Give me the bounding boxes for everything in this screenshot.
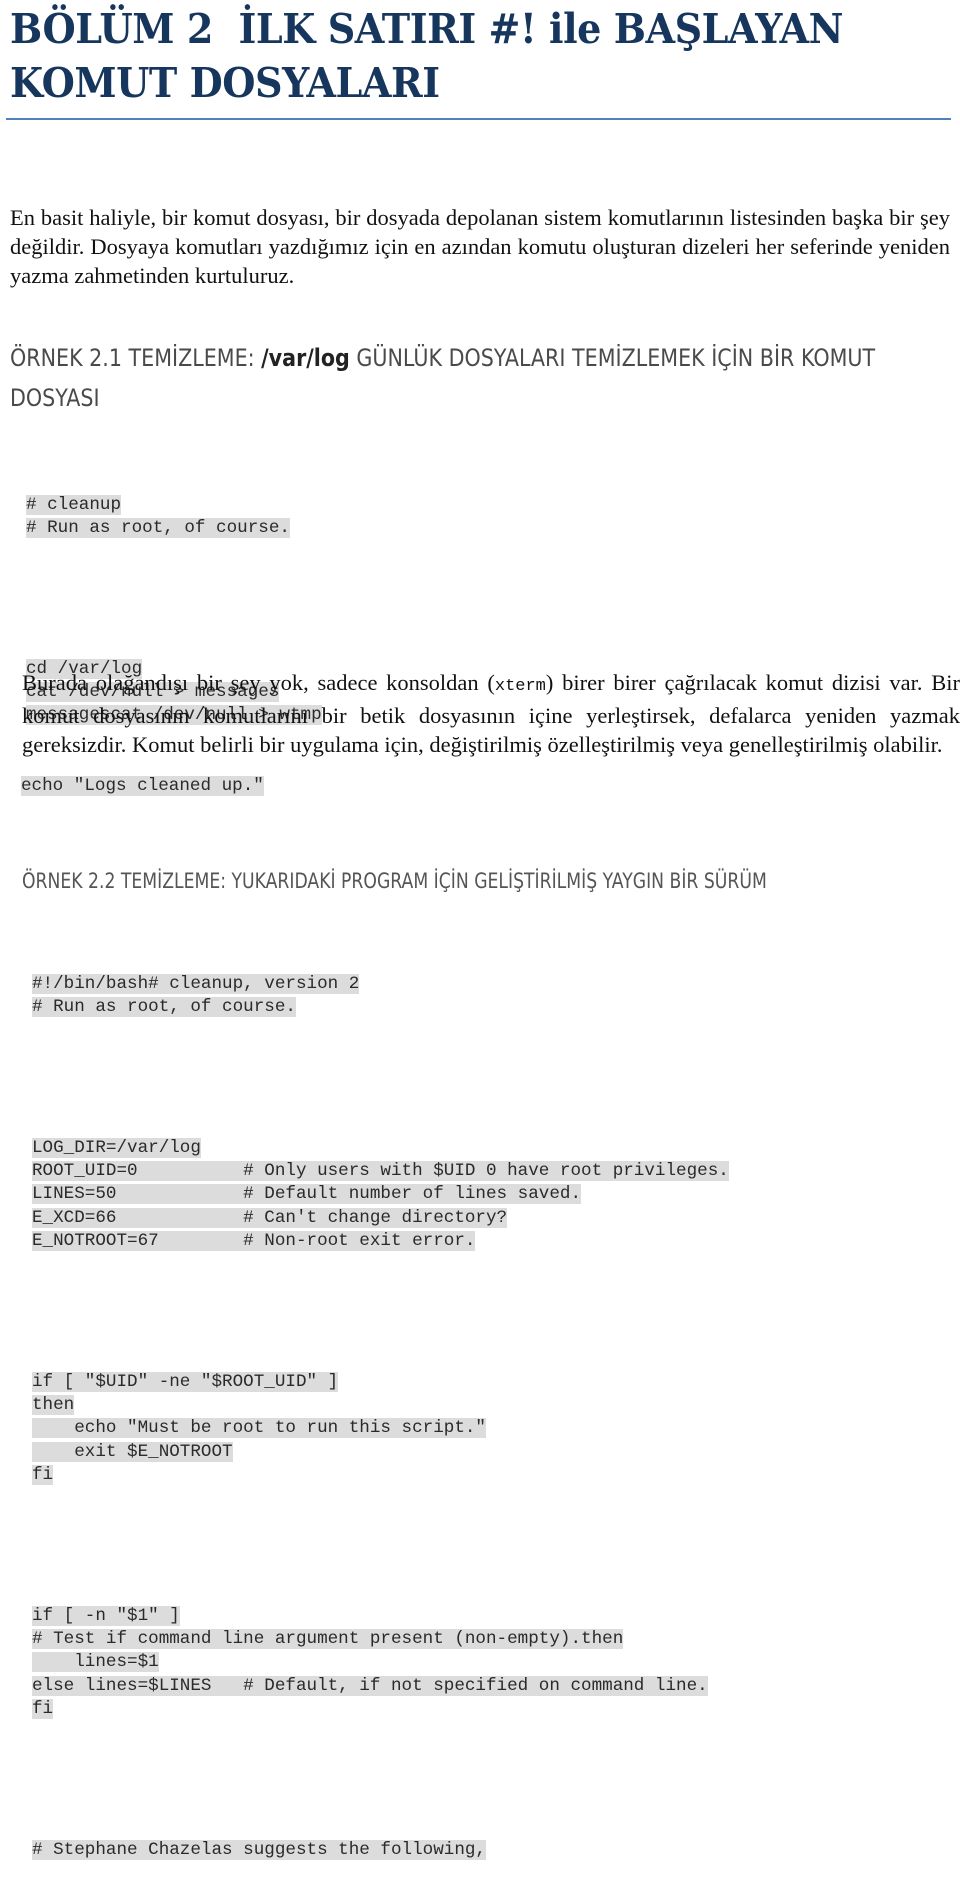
code-line: E_NOTROOT=67 # Non-root exit error. <box>32 1230 729 1253</box>
code-line: if [ -n "$1" ] <box>32 1605 729 1628</box>
code-line: # Run as root, of course. <box>32 996 729 1019</box>
code-line-text: echo "Must be root to run this script." <box>32 1418 486 1439</box>
code-line: LOG_DIR=/var/log <box>32 1137 729 1160</box>
code-line-text: exit $E_NOTROOT <box>32 1441 233 1462</box>
code-line: if [ "$UID" -ne "$ROOT_UID" ] <box>32 1371 729 1394</box>
intro-paragraph: En basit haliyle, bir komut dosyası, bir… <box>10 205 950 288</box>
code-line-text: ROOT_UID=0 # Only users with $UID 0 have… <box>32 1161 729 1181</box>
code-line-text: E_XCD=66 # Can't change directory? <box>32 1207 508 1228</box>
code-group: #!/bin/bash# cleanup, version 2 # Run as … <box>32 973 729 1020</box>
code-line: fi <box>32 1464 729 1487</box>
code-line: then <box>32 1394 729 1417</box>
code-group: LOG_DIR=/var/log ROOT_UID=0 # Only users … <box>32 1137 729 1254</box>
code-line: # cleanup <box>26 494 322 517</box>
explanation-text-start: Burada olağandışı bir şey yok, sadece ko… <box>22 670 495 695</box>
code-example-2-2: #!/bin/bash# cleanup, version 2 # Run as … <box>32 926 729 1885</box>
example-2-2-heading-text: ÖRNEK 2.2 TEMİZLEME: YUKARIDAKİ PROGRAM … <box>22 869 767 893</box>
code-group: if [ -n "$1" ] # Test if command line arg… <box>32 1605 729 1722</box>
code-line-text: LOG_DIR=/var/log <box>32 1137 201 1158</box>
code-line-text: LINES=50 # Default number of lines saved… <box>32 1184 582 1205</box>
example-2-1-heading: ÖRNEK 2.1 TEMİZLEME: /var/log GÜNLÜK DOS… <box>10 338 952 418</box>
chapter-title: BÖLÜM 2 İLK SATIRI #! ile BAŞLAYAN KOMUT… <box>10 2 884 110</box>
code-line-text: else lines=$LINES # Default, if not spec… <box>32 1675 708 1696</box>
code-example-2-1: # cleanup # Run as root, of course. cd /v… <box>21 447 322 821</box>
code-line-text: E_NOTROOT=67 # Non-root exit error. <box>32 1231 476 1252</box>
code-line: lines=$1 <box>32 1651 729 1674</box>
code-line-text: # cleanup <box>26 494 122 515</box>
example-2-1-heading-path: /var/log <box>261 344 350 372</box>
code-line: #!/bin/bash# cleanup, version 2 <box>32 973 729 996</box>
code-line-text: lines=$1 <box>32 1652 159 1673</box>
code-line-text: # Run as root, of course. <box>26 518 290 539</box>
code-line: echo "Logs cleaned up." <box>21 775 264 796</box>
code-line-text: if [ -n "$1" ] <box>32 1605 180 1626</box>
code-line-text: # Test if command line argument present … <box>32 1628 624 1649</box>
code-group: # cleanup # Run as root, of course. <box>26 494 322 541</box>
code-line: echo "Must be root to run this script." <box>32 1417 729 1440</box>
code-line-text: fi <box>32 1465 54 1486</box>
code-line-text: if [ "$UID" -ne "$ROOT_UID" ] <box>32 1371 339 1392</box>
code-line-text: #!/bin/bash# cleanup, version 2 <box>32 973 360 994</box>
chapter-title-line-2: KOMUT DOSYALARI <box>10 59 440 107</box>
code-group: if [ "$UID" -ne "$ROOT_UID" ] then echo "… <box>32 1371 729 1488</box>
code-line-text: # Run as root, of course. <box>32 997 296 1018</box>
code-line: else lines=$LINES # Default, if not spec… <box>32 1675 729 1698</box>
code-line: # Run as root, of course. <box>26 517 322 540</box>
chapter-title-line-1: BÖLÜM 2 İLK SATIRI #! ile BAŞLAYAN <box>10 5 844 53</box>
code-line: # Test if command line argument present … <box>32 1628 729 1651</box>
title-divider <box>6 118 951 120</box>
example-2-1-heading-prefix: ÖRNEK 2.1 TEMİZLEME: <box>10 344 262 372</box>
code-line-text: # Stephane Chazelas suggests the followi… <box>32 1839 486 1860</box>
code-line-text: then <box>32 1394 75 1415</box>
code-line: fi <box>32 1698 729 1721</box>
code-line: ROOT_UID=0 # Only users with $UID 0 have… <box>32 1160 729 1183</box>
explanation-paragraph: Burada olağandışı bir şey yok, sadece ko… <box>22 668 960 759</box>
code-group: # Stephane Chazelas suggests the followi… <box>32 1839 729 1862</box>
example-2-2-heading: ÖRNEK 2.2 TEMİZLEME: YUKARIDAKİ PROGRAM … <box>22 866 767 896</box>
inline-code-xterm: xterm <box>494 677 546 696</box>
code-line: # Stephane Chazelas suggests the followi… <box>32 1839 729 1862</box>
code-line: LINES=50 # Default number of lines saved… <box>32 1183 729 1206</box>
code-line: exit $E_NOTROOT <box>32 1441 729 1464</box>
code-line: E_XCD=66 # Can't change directory? <box>32 1207 729 1230</box>
code-line-text: fi <box>32 1699 54 1720</box>
